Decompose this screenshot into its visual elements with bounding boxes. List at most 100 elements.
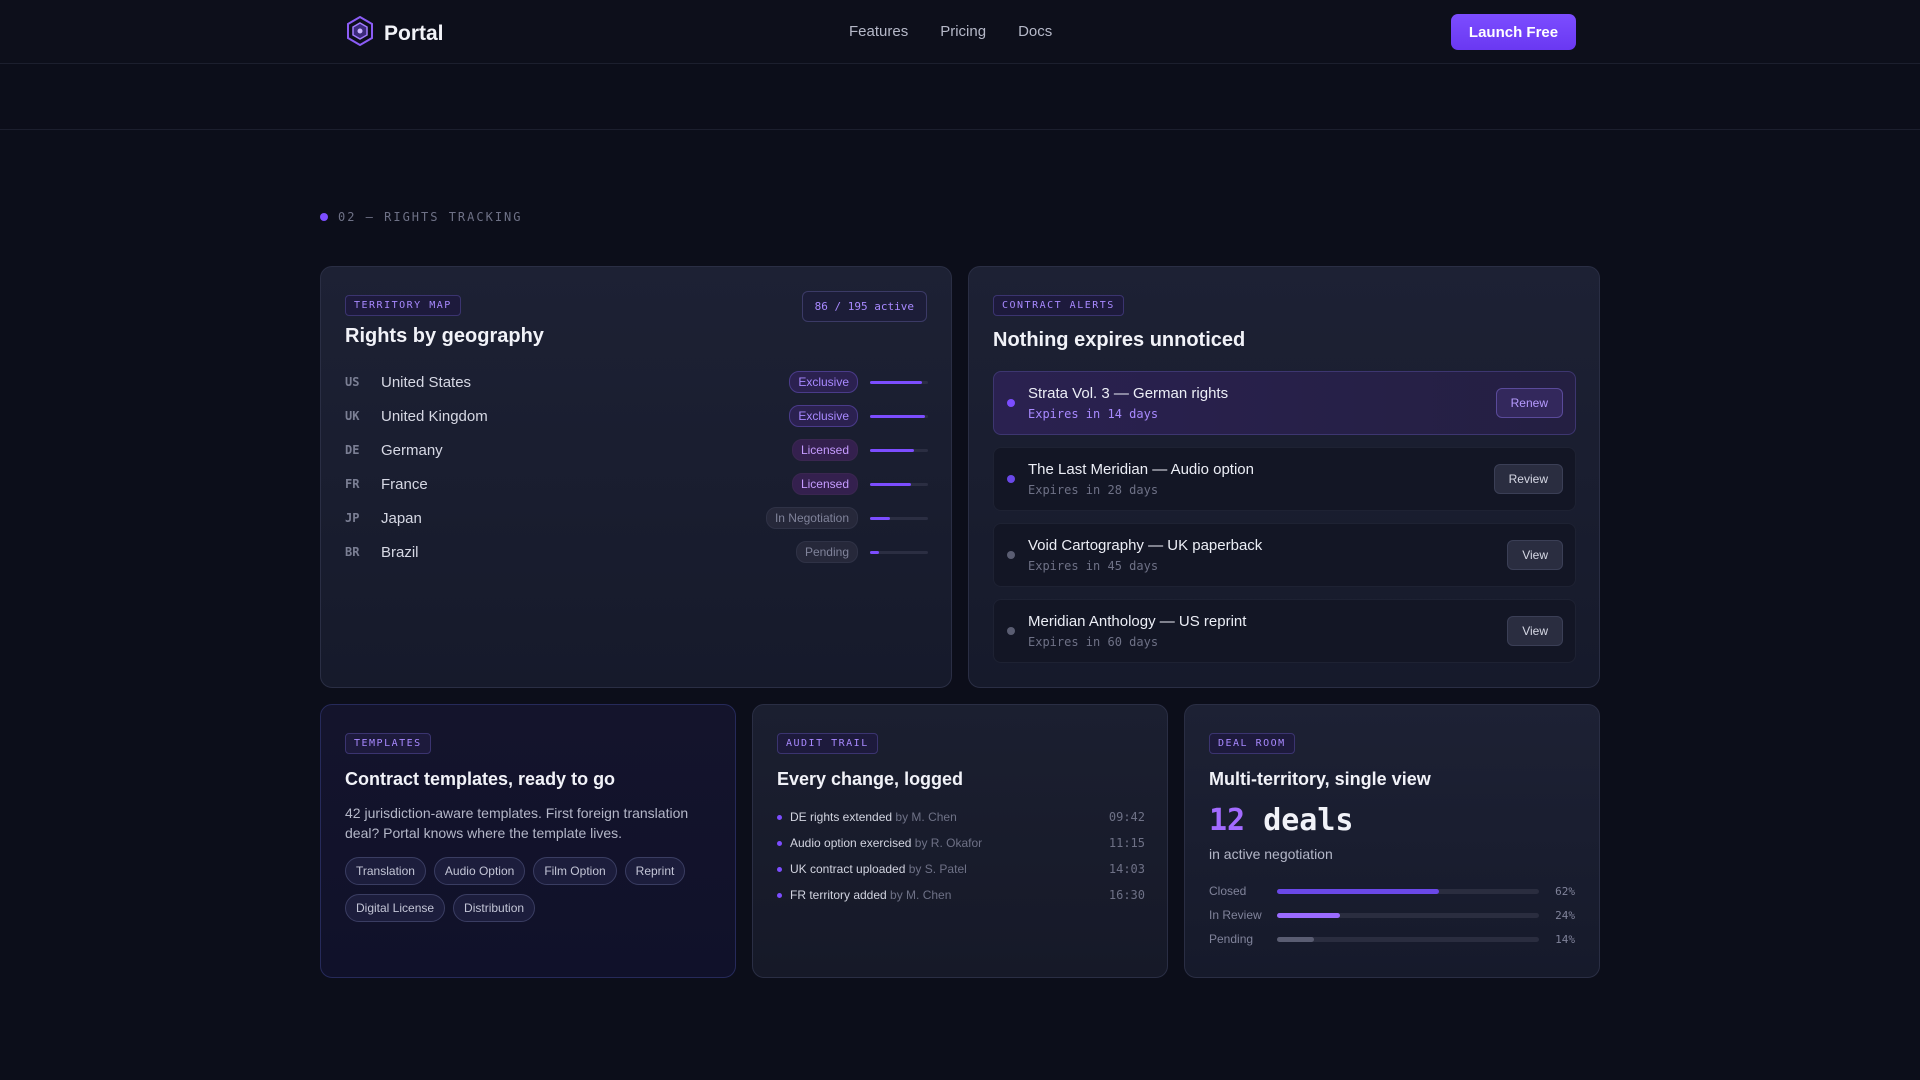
audit-dot-icon — [777, 814, 782, 820]
status-badge: In Negotiation — [765, 507, 858, 529]
territory-row-fr[interactable]: FR France Licensed — [345, 467, 928, 501]
coverage-bar — [870, 550, 928, 554]
active-count-badge: 86 / 195 active — [801, 291, 927, 322]
brand[interactable]: Portal — [346, 15, 444, 51]
audit-author: by S. Patel — [908, 862, 967, 876]
template-chip[interactable]: Reprint — [624, 857, 686, 885]
audit-action: DE rights extended — [790, 810, 893, 824]
portal-logo-icon — [346, 15, 374, 51]
section-label: 02 — RIGHTS TRACKING — [320, 210, 523, 224]
deal-title: Multi-territory, single view — [1209, 769, 1431, 789]
launch-free-button[interactable]: Launch Free — [1451, 14, 1576, 50]
audit-time: 14:03 — [1108, 862, 1145, 876]
deal-stat-pct: 14% — [1555, 932, 1575, 946]
audit-dot-icon — [777, 892, 782, 898]
status-badge: Exclusive — [789, 405, 858, 427]
territory-title: Rights by geography — [345, 325, 544, 347]
alert-item[interactable]: The Last Meridian — Audio option Expires… — [993, 447, 1576, 511]
top-nav: Portal Features Pricing Docs Launch Free — [0, 0, 1920, 64]
template-chip[interactable]: Distribution — [453, 894, 536, 922]
nav-link-pricing[interactable]: Pricing — [940, 23, 986, 40]
renew-button[interactable]: Renew — [1495, 388, 1563, 418]
sub-bar — [0, 64, 1920, 130]
territory-name: Germany — [381, 441, 443, 459]
deal-stat-label: Pending — [1209, 932, 1254, 946]
coverage-bar — [870, 448, 928, 452]
audit-entry: UK contract uploaded by S. Patel 14:03 — [777, 856, 1145, 882]
territory-tag: TERRITORY MAP — [345, 295, 461, 316]
deal-stat-pct: 62% — [1555, 884, 1575, 898]
territory-map-card: TERRITORY MAP 86 / 195 active Rights by … — [320, 266, 952, 688]
deal-stat-row: In Review 24% — [1209, 906, 1575, 924]
territory-code: BR — [345, 545, 360, 559]
deal-count-number: 12 — [1209, 803, 1246, 838]
nav-link-features[interactable]: Features — [849, 23, 908, 40]
territory-code: FR — [345, 477, 360, 491]
deal-stat-bar-fill — [1277, 912, 1340, 918]
contract-alerts-card: CONTRACT ALERTS Nothing expires unnotice… — [968, 266, 1600, 688]
audit-entry: DE rights extended by M. Chen 09:42 — [777, 804, 1145, 830]
status-badge: Exclusive — [789, 371, 858, 393]
coverage-bar-fill — [870, 414, 926, 418]
audit-dot-icon — [777, 840, 782, 846]
deal-stat-bar — [1277, 888, 1539, 894]
territory-name: United States — [381, 373, 472, 391]
territory-row-de[interactable]: DE Germany Licensed — [345, 433, 928, 467]
coverage-bar-fill — [870, 516, 891, 520]
territory-row-jp[interactable]: JP Japan In Negotiation — [345, 501, 928, 535]
alert-dot-icon — [1007, 399, 1015, 407]
alert-expiry: Expires in 60 days — [1028, 635, 1159, 649]
alert-expiry: Expires in 28 days — [1028, 483, 1159, 497]
coverage-bar-fill — [870, 482, 911, 486]
view-button[interactable]: View — [1507, 616, 1563, 646]
territory-row-uk[interactable]: UK United Kingdom Exclusive — [345, 399, 928, 433]
coverage-bar — [870, 414, 928, 418]
deal-stat-label: In Review — [1209, 908, 1262, 922]
territory-row-br[interactable]: BR Brazil Pending — [345, 535, 928, 569]
templates-title: Contract templates, ready to go — [345, 769, 616, 789]
template-chip[interactable]: Digital License — [345, 894, 446, 922]
audit-author: by M. Chen — [890, 888, 952, 902]
template-chip[interactable]: Film Option — [533, 857, 617, 885]
audit-entry: FR territory added by M. Chen 16:30 — [777, 882, 1145, 908]
coverage-bar-fill — [870, 448, 914, 452]
territory-name: United Kingdom — [381, 407, 488, 425]
template-chip[interactable]: Translation — [345, 857, 426, 885]
deal-stat-bar-fill — [1277, 888, 1440, 894]
audit-time: 11:15 — [1108, 836, 1145, 850]
territory-code: US — [345, 375, 360, 389]
templates-card: TEMPLATES Contract templates, ready to g… — [320, 704, 736, 978]
nav-link-docs[interactable]: Docs — [1018, 23, 1052, 40]
template-chips: Translation Audio Option Film Option Rep… — [345, 857, 715, 922]
template-chip[interactable]: Audio Option — [433, 857, 526, 885]
review-button[interactable]: Review — [1493, 464, 1563, 494]
audit-author: by M. Chen — [895, 810, 957, 824]
alert-expiry: Expires in 14 days — [1028, 407, 1159, 421]
deal-stat-bar — [1277, 912, 1539, 918]
coverage-bar — [870, 380, 928, 384]
nav-links: Features Pricing Docs — [849, 23, 1052, 40]
audit-action: Audio option exercised — [790, 836, 912, 850]
audit-time: 16:30 — [1108, 888, 1145, 902]
alerts-tag: CONTRACT ALERTS — [993, 295, 1124, 316]
section-label-text: 02 — RIGHTS TRACKING — [338, 210, 523, 224]
alert-item[interactable]: Strata Vol. 3 — German rights Expires in… — [993, 371, 1576, 435]
deal-tag: DEAL ROOM — [1209, 733, 1295, 754]
territory-row-us[interactable]: US United States Exclusive — [345, 365, 928, 399]
deal-stat-row: Closed 62% — [1209, 882, 1575, 900]
section-dot-icon — [320, 213, 328, 221]
status-badge: Licensed — [791, 473, 858, 495]
alert-dot-icon — [1007, 627, 1015, 635]
alert-item[interactable]: Void Cartography — UK paperback Expires … — [993, 523, 1576, 587]
territory-name: France — [381, 475, 428, 493]
audit-title: Every change, logged — [777, 769, 964, 789]
coverage-bar — [870, 516, 928, 520]
view-button[interactable]: View — [1507, 540, 1563, 570]
alert-expiry: Expires in 45 days — [1028, 559, 1159, 573]
alert-title: Meridian Anthology — US reprint — [1028, 613, 1247, 630]
deal-stat-bar-fill — [1277, 936, 1314, 942]
brand-name: Portal — [384, 21, 444, 45]
alert-title: Void Cartography — UK paperback — [1028, 537, 1263, 554]
alert-item[interactable]: Meridian Anthology — US reprint Expires … — [993, 599, 1576, 663]
alert-dot-icon — [1007, 551, 1015, 559]
